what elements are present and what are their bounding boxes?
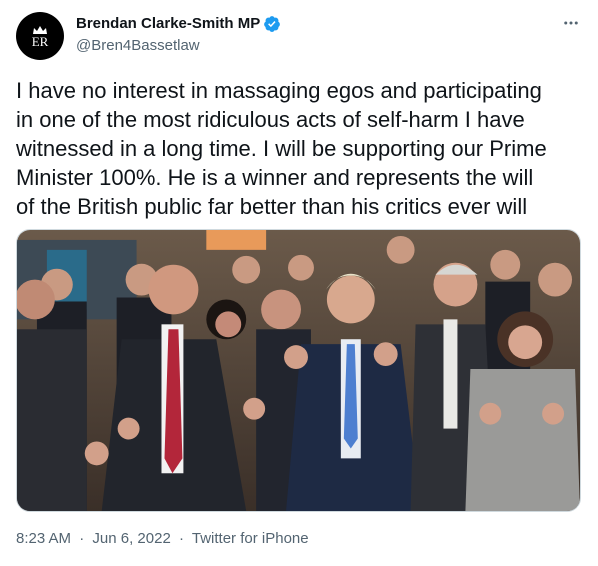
tweet-meta: 8:23 AM · Jun 6, 2022 · Twitter for iPho… <box>16 529 309 549</box>
tweet-card: ER Brendan Clarke-Smith MP @Bren4Bassetl… <box>0 0 598 566</box>
meta-separator: · <box>79 530 85 547</box>
tweet-text: I have no interest in massaging egos and… <box>16 78 547 219</box>
author-name-row: Brendan Clarke-Smith MP <box>76 14 281 34</box>
avatar[interactable]: ER <box>16 12 64 60</box>
tweet-photo[interactable] <box>16 229 581 512</box>
group-photo-illustration <box>17 230 580 511</box>
tweet-time[interactable]: 8:23 AM <box>16 530 71 547</box>
meta-separator-2: · <box>178 530 184 547</box>
author-handle[interactable]: @Bren4Bassetlaw <box>76 36 200 56</box>
more-horizontal-icon <box>564 21 578 25</box>
avatar-cipher: ER <box>31 33 49 49</box>
tweet-date[interactable]: Jun 6, 2022 <box>92 530 170 547</box>
verified-badge-icon[interactable] <box>263 15 281 33</box>
more-options-button[interactable] <box>560 12 582 34</box>
tweet-source[interactable]: Twitter for iPhone <box>192 530 309 547</box>
crown-icon <box>33 25 47 34</box>
author-display-name[interactable]: Brendan Clarke-Smith MP <box>76 14 260 34</box>
